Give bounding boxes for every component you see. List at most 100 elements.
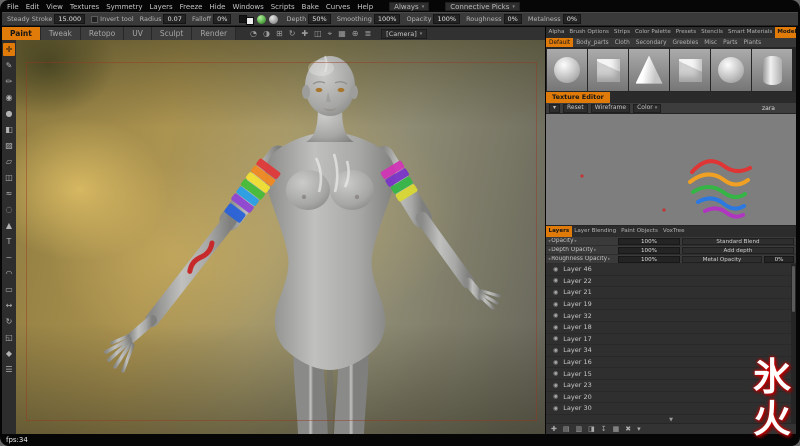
- transform-tool[interactable]: ✛: [3, 43, 15, 56]
- layers-toolbar-icon-3[interactable]: ◨: [588, 425, 595, 433]
- viewport-3d[interactable]: [16, 40, 545, 434]
- opacity-slider[interactable]: 100%: [618, 238, 680, 245]
- viewport-icon-1[interactable]: ◑: [263, 27, 270, 40]
- mode-tab-sculpt[interactable]: Sculpt: [152, 27, 192, 40]
- visibility-eye-icon[interactable]: ◉: [553, 312, 558, 319]
- visibility-eye-icon[interactable]: ◉: [553, 347, 558, 354]
- tab-strips[interactable]: Strips: [611, 27, 632, 38]
- tab-models[interactable]: Models: [775, 27, 796, 38]
- visibility-eye-icon[interactable]: ◉: [553, 301, 558, 308]
- rotate-tool[interactable]: ↻: [3, 315, 15, 328]
- slider-right-icon[interactable]: ▸: [575, 239, 577, 244]
- model-thumb-cube-1[interactable]: [588, 49, 628, 91]
- airbrush-tool[interactable]: ◉: [3, 91, 15, 104]
- viewport-icon-9[interactable]: ≣: [364, 27, 371, 40]
- tab-alpha[interactable]: Alpha: [546, 27, 567, 38]
- scrollbar-thumb[interactable]: [792, 266, 795, 312]
- viewport-icon-4[interactable]: ✚: [301, 27, 308, 40]
- scroll-down-icon[interactable]: ▼: [669, 417, 673, 423]
- slider-right-icon[interactable]: ▸: [594, 248, 596, 253]
- category-greebles[interactable]: Greebles: [670, 38, 702, 48]
- invert-tool-checkbox[interactable]: [91, 16, 98, 23]
- layers-toolbar-icon-1[interactable]: ▤: [563, 425, 570, 433]
- metal-opacity-slider[interactable]: 0%: [764, 256, 794, 263]
- layers-toolbar-icon-5[interactable]: ▦: [613, 425, 620, 433]
- tab-stencils[interactable]: Stencils: [699, 27, 726, 38]
- visibility-eye-icon[interactable]: ◉: [553, 382, 558, 389]
- mode-tab-paint[interactable]: Paint: [2, 27, 41, 40]
- slider-left-icon[interactable]: ◂: [548, 257, 550, 262]
- scale-tool[interactable]: ◱: [3, 331, 15, 344]
- smudge-tool[interactable]: ≈: [3, 187, 15, 200]
- visibility-eye-icon[interactable]: ◉: [553, 266, 558, 273]
- visibility-eye-icon[interactable]: ◉: [553, 324, 558, 331]
- sharpen-tool[interactable]: ▲: [3, 219, 15, 232]
- reset-button[interactable]: Reset: [563, 104, 588, 113]
- viewport-icon-0[interactable]: ◔: [250, 27, 257, 40]
- eraser-tool[interactable]: ▱: [3, 155, 15, 168]
- steady-stroke-value[interactable]: 15.000: [54, 14, 85, 24]
- tab-smart-materials[interactable]: Smart Materials: [725, 27, 774, 38]
- connective-picks-dropdown[interactable]: Connective Picks ▾: [445, 2, 520, 11]
- layer-row[interactable]: ◉Layer 46: [546, 264, 796, 276]
- visibility-eye-icon[interactable]: ◉: [553, 359, 558, 366]
- text-tool[interactable]: T: [3, 235, 15, 248]
- viewport-icon-6[interactable]: ⌖: [328, 27, 333, 40]
- menu-item-scripts[interactable]: Scripts: [271, 3, 295, 11]
- curve-tool[interactable]: ~: [3, 251, 15, 264]
- category-plants[interactable]: Plants: [741, 38, 765, 48]
- layer-row[interactable]: ◉Layer 17: [546, 334, 796, 346]
- tab-presets[interactable]: Presets: [673, 27, 698, 38]
- metalness-value[interactable]: 0%: [563, 14, 581, 24]
- brush-tool[interactable]: ✎: [3, 59, 15, 72]
- menu-item-hide[interactable]: Hide: [210, 3, 226, 11]
- model-thumb-sphere-0[interactable]: [547, 49, 587, 91]
- menu-item-textures[interactable]: Textures: [70, 3, 99, 11]
- camera-dropdown[interactable]: [Camera] ▾: [381, 29, 427, 39]
- mode-tab-render[interactable]: Render: [192, 27, 236, 40]
- layers-toolbar-icon-2[interactable]: ▥: [576, 425, 583, 433]
- smoothing-value[interactable]: 100%: [374, 14, 401, 24]
- visibility-eye-icon[interactable]: ◉: [553, 335, 558, 342]
- tab-paint-objects[interactable]: Paint Objects: [619, 226, 661, 237]
- texture-editor-title[interactable]: Texture Editor: [546, 92, 610, 103]
- visibility-eye-icon[interactable]: ◉: [553, 405, 558, 412]
- depth-value[interactable]: 50%: [308, 14, 330, 24]
- visibility-eye-icon[interactable]: ◉: [553, 277, 558, 284]
- material-sphere-icon[interactable]: [269, 15, 278, 24]
- tab-voxtree[interactable]: VoxTree: [660, 226, 687, 237]
- texture-editor-menu-button[interactable]: ▾: [549, 104, 560, 113]
- visibility-eye-icon[interactable]: ◉: [553, 289, 558, 296]
- slider-left-icon[interactable]: ◂: [548, 239, 550, 244]
- tab-layers[interactable]: Layers: [546, 226, 572, 237]
- rect-select-tool[interactable]: ▭: [3, 283, 15, 296]
- tab-brush-options[interactable]: Brush Options: [567, 27, 612, 38]
- wireframe-button[interactable]: Wireframe: [591, 104, 630, 113]
- options-tool[interactable]: ☰: [3, 363, 15, 376]
- depth-opacity-slider[interactable]: 100%: [618, 247, 680, 254]
- pencil-tool[interactable]: ✏: [3, 75, 15, 88]
- viewport-icon-3[interactable]: ↻: [289, 27, 296, 40]
- menu-item-curves[interactable]: Curves: [326, 3, 350, 11]
- move-tool[interactable]: ↔: [3, 299, 15, 312]
- visibility-eye-icon[interactable]: ◉: [553, 370, 558, 377]
- blur-tool[interactable]: ◌: [3, 203, 15, 216]
- category-secondary[interactable]: Secondary: [633, 38, 670, 48]
- model-thumb-cone-2[interactable]: [629, 49, 669, 91]
- menu-item-edit[interactable]: Edit: [26, 3, 40, 11]
- falloff-value[interactable]: 0%: [213, 14, 231, 24]
- mode-tab-uv[interactable]: UV: [124, 27, 152, 40]
- layer-row[interactable]: ◉Layer 19: [546, 299, 796, 311]
- texture-editor-canvas[interactable]: [546, 114, 796, 226]
- menu-item-file[interactable]: File: [7, 3, 19, 11]
- lasso-tool[interactable]: ◠: [3, 267, 15, 280]
- sphere-tool[interactable]: ●: [3, 107, 15, 120]
- layers-toolbar-icon-7[interactable]: ▾: [637, 425, 641, 433]
- layers-toolbar-icon-4[interactable]: ↧: [601, 425, 607, 433]
- color-mode-dropdown[interactable]: Color ▾: [633, 104, 661, 113]
- picker-tool[interactable]: ◆: [3, 347, 15, 360]
- color-sphere-icon[interactable]: [257, 15, 266, 24]
- model-thumb-cube-3[interactable]: [670, 49, 710, 91]
- blend-mode-dropdown[interactable]: Standard Blend: [682, 238, 794, 245]
- model-thumb-sphere-4[interactable]: [711, 49, 751, 91]
